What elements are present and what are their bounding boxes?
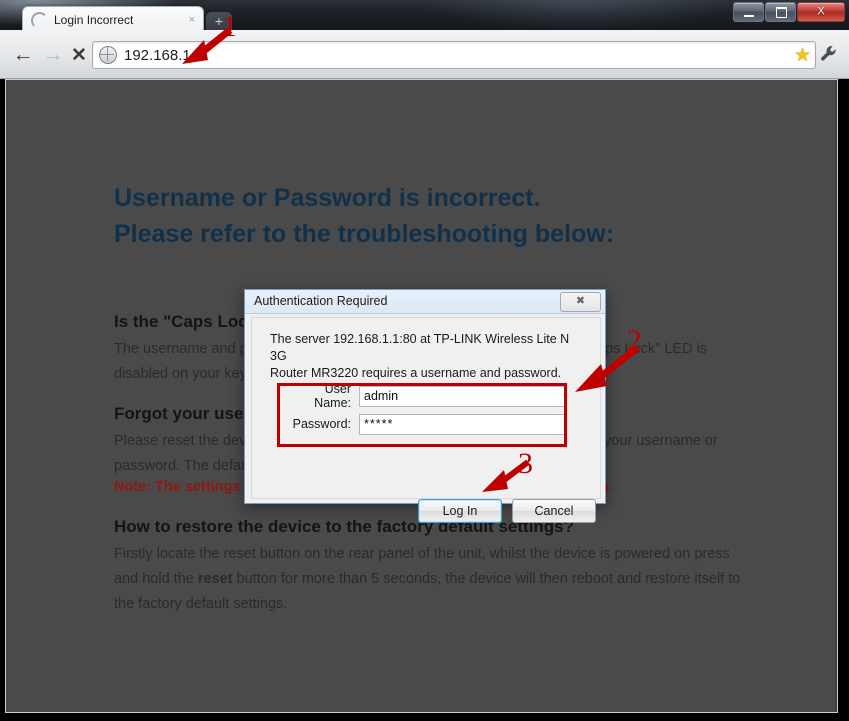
back-button[interactable]: ← xyxy=(10,43,36,67)
credentials-fields: User Name: Password: xyxy=(287,382,565,446)
authentication-dialog: Authentication Required ✖ The server 192… xyxy=(244,289,606,523)
dialog-close-button[interactable]: ✖ xyxy=(560,292,601,312)
section-restore-body-line3: the factory default settings. xyxy=(114,596,288,612)
annotation-number-2: 2 xyxy=(627,324,642,357)
log-in-button[interactable]: Log In xyxy=(418,499,502,523)
section-restore-body-line2: and hold the reset button for more than … xyxy=(114,567,754,592)
spinner-icon xyxy=(31,11,48,29)
dialog-message-line2: Router MR3220 requires a username and pa… xyxy=(270,366,562,380)
section-restore-body-line1: Firstly locate the reset button on the r… xyxy=(114,546,730,562)
forward-button[interactable]: → xyxy=(40,43,66,67)
titlebar-glow-secondary xyxy=(429,0,729,30)
maximize-button[interactable] xyxy=(765,2,796,22)
username-row: User Name: xyxy=(287,382,565,410)
password-label: Password: xyxy=(292,417,351,431)
maximize-icon xyxy=(776,7,787,18)
restore-line2-post: button for more than 5 seconds, the devi… xyxy=(232,571,741,587)
address-bar[interactable]: 192.168.1.1 xyxy=(92,41,816,69)
globe-icon xyxy=(99,46,117,64)
wrench-icon[interactable] xyxy=(819,44,839,64)
page-title-line1: Username or Password is incorrect. xyxy=(114,184,541,212)
stop-button[interactable]: ✕ xyxy=(66,43,92,67)
dialog-titlebar: Authentication Required ✖ xyxy=(245,290,605,314)
close-window-button[interactable]: X xyxy=(797,2,845,22)
dialog-message-line1: The server 192.168.1.1:80 at TP-LINK Wir… xyxy=(270,332,570,363)
password-row: Password: xyxy=(287,412,565,436)
annotation-number-1: 1 xyxy=(222,10,237,43)
restore-keyword-reset: reset xyxy=(197,571,233,587)
dialog-close-icon: ✖ xyxy=(575,295,586,307)
section-restore-body: Firstly locate the reset button on the r… xyxy=(114,542,754,617)
page-title: Username or Password is incorrect. Pleas… xyxy=(114,180,794,252)
page-title-line2: Please refer to the troubleshooting belo… xyxy=(114,220,615,248)
username-label: User Name: xyxy=(314,382,351,410)
restore-line2-pre: and hold the xyxy=(114,571,198,587)
star-icon[interactable]: ★ xyxy=(794,46,811,65)
tab-close-icon[interactable]: × xyxy=(189,14,195,26)
cancel-button[interactable]: Cancel xyxy=(512,499,596,523)
tab-title: Login Incorrect xyxy=(54,13,134,27)
viewport-right-shadow xyxy=(834,80,837,712)
dialog-title: Authentication Required xyxy=(254,294,388,308)
dialog-message: The server 192.168.1.1:80 at TP-LINK Wir… xyxy=(270,331,588,382)
dialog-body: The server 192.168.1.1:80 at TP-LINK Wir… xyxy=(251,317,601,523)
annotation-number-3: 3 xyxy=(518,447,533,480)
close-icon: X xyxy=(817,5,825,18)
section-restore-heading: How to restore the device to the factory… xyxy=(114,517,575,536)
minimize-icon xyxy=(744,15,754,17)
tab-login-incorrect[interactable]: Login Incorrect × xyxy=(22,6,204,33)
browser-toolbar: ← → ✕ 192.168.1.1 ★ xyxy=(0,30,849,79)
minimize-button[interactable] xyxy=(733,2,764,22)
username-input[interactable] xyxy=(359,385,565,407)
browser-window: X Login Incorrect × + ← → ✕ 192.168.1.1 … xyxy=(0,0,849,721)
password-input[interactable] xyxy=(359,413,565,435)
window-controls: X xyxy=(733,2,845,22)
address-bar-url: 192.168.1.1 xyxy=(124,46,204,64)
